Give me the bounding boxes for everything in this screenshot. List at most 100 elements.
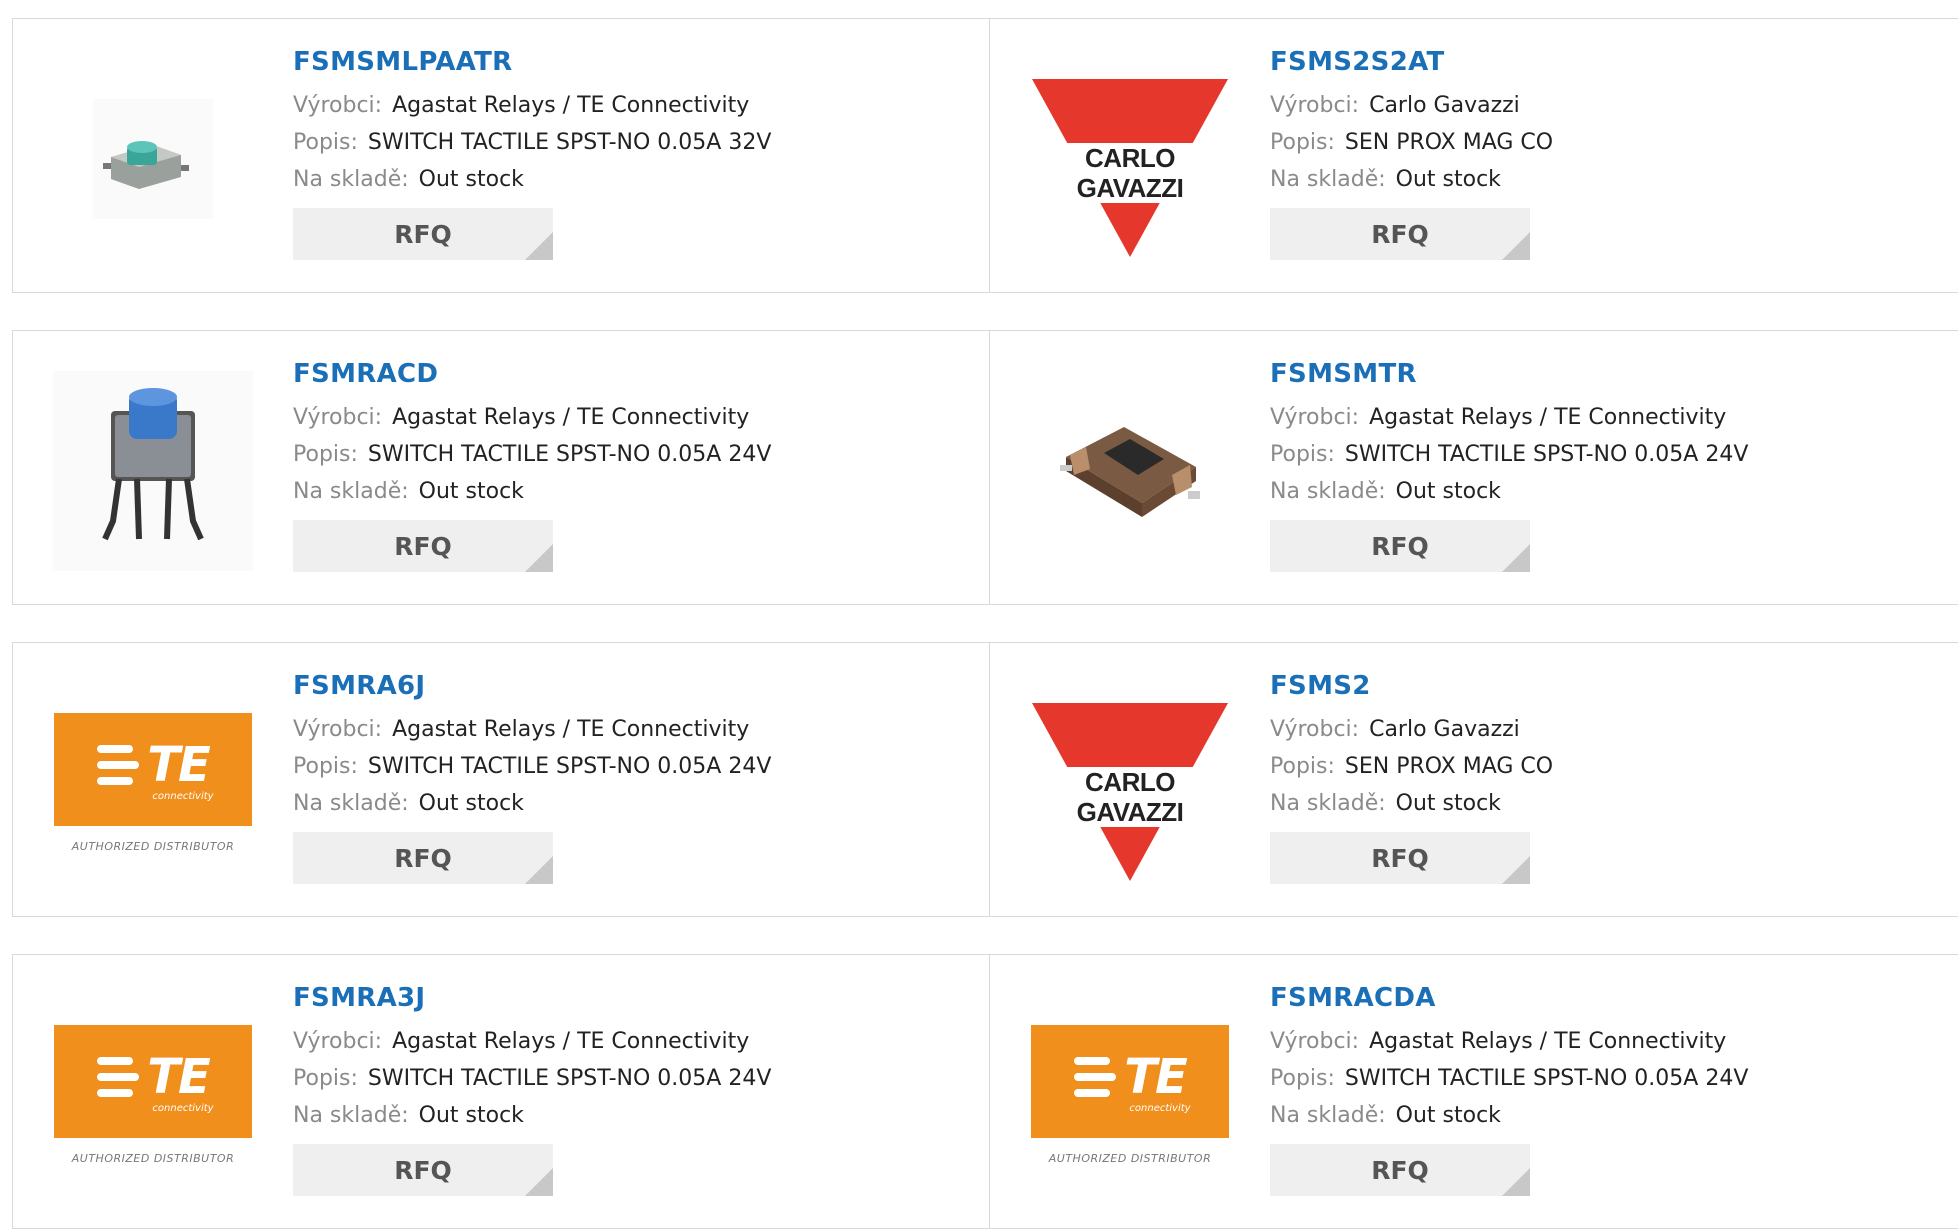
authorized-distributor-text: AUTHORIZED DISTRIBUTOR: [1048, 1152, 1212, 1165]
product-image[interactable]: TE connectivity AUTHORIZED DISTRIBUTOR: [53, 995, 253, 1195]
product-image[interactable]: CARLO GAVAZZI: [1030, 59, 1230, 259]
stock-value: Out stock: [418, 791, 524, 816]
description-value: SEN PROX MAG CO: [1344, 130, 1554, 155]
stock-row: Na skladě: Out stock: [1270, 785, 1553, 822]
description-row: Popis: SWITCH TACTILE SPST-NO 0.05A 32V: [293, 124, 771, 161]
te-subtitle: connectivity: [152, 791, 214, 802]
carlo-gavazzi-wordmark: CARLO GAVAZZI: [1030, 143, 1230, 203]
part-number-link[interactable]: FSMRACD: [293, 359, 771, 389]
te-connectivity-logo: TE connectivity AUTHORIZED DISTRIBUTOR: [53, 1025, 253, 1165]
product-image[interactable]: TE connectivity AUTHORIZED DISTRIBUTOR: [1030, 995, 1230, 1195]
stock-row: Na skladě: Out stock: [293, 785, 771, 822]
rfq-button[interactable]: RFQ: [293, 520, 553, 572]
description-row: Popis: SWITCH TACTILE SPST-NO 0.05A 24V: [293, 1060, 771, 1097]
rfq-button[interactable]: RFQ: [293, 1144, 553, 1196]
carlo-gavazzi-logo: CARLO GAVAZZI: [1030, 59, 1230, 259]
manufacturer-label: Výrobci:: [1270, 717, 1360, 742]
carlo-gavazzi-wordmark: CARLO GAVAZZI: [1030, 767, 1230, 827]
product-card: TE connectivity AUTHORIZED DISTRIBUTOR F…: [12, 954, 990, 1229]
te-lines-icon: [97, 1057, 140, 1097]
stock-label: Na skladě:: [293, 167, 409, 192]
manufacturer-row: Výrobci: Agastat Relays / TE Connectivity: [293, 1023, 771, 1060]
description-label: Popis:: [1270, 1066, 1335, 1091]
description-row: Popis: SWITCH TACTILE SPST-NO 0.05A 24V: [1270, 1060, 1748, 1097]
description-value: SWITCH TACTILE SPST-NO 0.05A 24V: [1344, 442, 1749, 467]
description-label: Popis:: [293, 754, 358, 779]
corner-fold-icon: [1502, 232, 1530, 260]
stock-label: Na skladě:: [293, 791, 409, 816]
corner-fold-icon: [525, 1168, 553, 1196]
part-number-link[interactable]: FSMS2S2AT: [1270, 47, 1553, 77]
product-image[interactable]: [53, 371, 253, 571]
manufacturer-row: Výrobci: Agastat Relays / TE Connectivity: [293, 399, 771, 436]
stock-value: Out stock: [418, 1103, 524, 1128]
manufacturer-row: Výrobci: Agastat Relays / TE Connectivity: [1270, 399, 1748, 436]
description-value: SEN PROX MAG CO: [1344, 754, 1554, 779]
manufacturer-row: Výrobci: Agastat Relays / TE Connectivity: [293, 711, 771, 748]
part-number-link[interactable]: FSMRA3J: [293, 983, 771, 1013]
rfq-button[interactable]: RFQ: [1270, 520, 1530, 572]
te-subtitle: connectivity: [152, 1103, 214, 1114]
stock-value: Out stock: [1395, 1103, 1501, 1128]
te-lines-icon: [1074, 1057, 1117, 1097]
description-label: Popis:: [1270, 442, 1335, 467]
manufacturer-label: Výrobci:: [293, 93, 383, 118]
manufacturer-value: Carlo Gavazzi: [1369, 717, 1520, 742]
product-image[interactable]: [53, 59, 253, 259]
rfq-button[interactable]: RFQ: [1270, 1144, 1530, 1196]
part-number-link[interactable]: FSMRACDA: [1270, 983, 1748, 1013]
corner-fold-icon: [1502, 544, 1530, 572]
stock-label: Na skladě:: [293, 1103, 409, 1128]
product-image[interactable]: TE connectivity AUTHORIZED DISTRIBUTOR: [53, 683, 253, 883]
stock-label: Na skladě:: [293, 479, 409, 504]
manufacturer-label: Výrobci:: [293, 405, 383, 430]
corner-fold-icon: [1502, 856, 1530, 884]
te-logo-box: TE connectivity: [54, 1025, 252, 1138]
stock-value: Out stock: [1395, 167, 1501, 192]
te-letters: TE: [1124, 1049, 1188, 1105]
part-number-link[interactable]: FSMS2: [1270, 671, 1553, 701]
description-row: Popis: SWITCH TACTILE SPST-NO 0.05A 24V: [293, 748, 771, 785]
part-number-link[interactable]: FSMSMTR: [1270, 359, 1748, 389]
stock-label: Na skladě:: [1270, 479, 1386, 504]
description-value: SWITCH TACTILE SPST-NO 0.05A 24V: [1344, 1066, 1749, 1091]
corner-fold-icon: [525, 544, 553, 572]
stock-row: Na skladě: Out stock: [1270, 473, 1748, 510]
product-card: TE connectivity AUTHORIZED DISTRIBUTOR F…: [990, 954, 1958, 1229]
stock-value: Out stock: [418, 479, 524, 504]
product-image[interactable]: CARLO GAVAZZI: [1030, 683, 1230, 883]
te-connectivity-logo: TE connectivity AUTHORIZED DISTRIBUTOR: [1030, 1025, 1230, 1165]
product-card: FSMSMTR Výrobci: Agastat Relays / TE Conn…: [990, 330, 1958, 605]
product-card: FSMSMLPAATR Výrobci: Agastat Relays / TE …: [12, 18, 990, 293]
manufacturer-label: Výrobci:: [1270, 93, 1360, 118]
rfq-button[interactable]: RFQ: [293, 208, 553, 260]
manufacturer-label: Výrobci:: [1270, 1029, 1360, 1054]
te-lines-icon: [97, 745, 140, 785]
rfq-label: RFQ: [1371, 1155, 1429, 1185]
rfq-label: RFQ: [1371, 531, 1429, 561]
stock-row: Na skladě: Out stock: [293, 161, 771, 198]
rfq-label: RFQ: [1371, 219, 1429, 249]
description-row: Popis: SWITCH TACTILE SPST-NO 0.05A 24V: [1270, 436, 1748, 473]
description-row: Popis: SEN PROX MAG CO: [1270, 748, 1553, 785]
tactile-switch-blue-icon: [53, 371, 253, 571]
stock-row: Na skladě: Out stock: [1270, 1097, 1748, 1134]
stock-row: Na skladě: Out stock: [293, 473, 771, 510]
rfq-button[interactable]: RFQ: [1270, 208, 1530, 260]
description-value: SWITCH TACTILE SPST-NO 0.05A 32V: [367, 130, 772, 155]
rfq-button[interactable]: RFQ: [1270, 832, 1530, 884]
part-number-link[interactable]: FSMRA6J: [293, 671, 771, 701]
description-value: SWITCH TACTILE SPST-NO 0.05A 24V: [367, 1066, 772, 1091]
manufacturer-value: Agastat Relays / TE Connectivity: [1369, 405, 1727, 430]
product-image[interactable]: [1030, 371, 1230, 571]
rfq-label: RFQ: [394, 843, 452, 873]
description-row: Popis: SWITCH TACTILE SPST-NO 0.05A 24V: [293, 436, 771, 473]
part-number-link[interactable]: FSMSMLPAATR: [293, 47, 771, 77]
stock-value: Out stock: [1395, 479, 1501, 504]
manufacturer-label: Výrobci:: [293, 717, 383, 742]
corner-fold-icon: [525, 856, 553, 884]
rfq-button[interactable]: RFQ: [293, 832, 553, 884]
manufacturer-value: Agastat Relays / TE Connectivity: [392, 1029, 750, 1054]
te-letters: TE: [147, 1049, 211, 1105]
authorized-distributor-text: AUTHORIZED DISTRIBUTOR: [71, 840, 235, 853]
